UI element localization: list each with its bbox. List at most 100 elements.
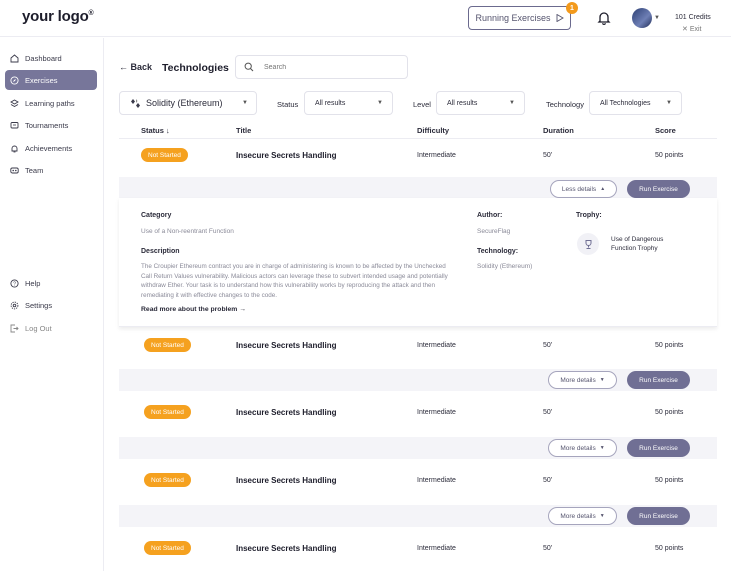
exit-label: Exit — [689, 26, 702, 33]
details-label: More details — [560, 512, 596, 520]
exercise-title[interactable]: Insecure Secrets Handling — [236, 408, 336, 417]
sidebar-item-team[interactable]: Team — [5, 160, 97, 180]
run-exercise-button[interactable]: Run Exercise — [627, 180, 690, 198]
technology-filter-value: All Technologies — [600, 99, 651, 107]
play-icon — [556, 14, 564, 22]
description-text: The Croupier Ethereum contract you are i… — [141, 263, 448, 299]
help-icon: ? — [10, 278, 19, 288]
run-exercise-button[interactable]: Run Exercise — [627, 371, 690, 389]
technology-select-value: Solidity (Ethereum) — [146, 98, 223, 108]
search-icon — [244, 62, 254, 72]
logo[interactable]: your logo® — [22, 8, 94, 25]
trophy-icon — [577, 233, 599, 255]
sidebar-item-achievements[interactable]: Achievements — [5, 138, 97, 158]
gear-icon — [10, 301, 19, 310]
description-label: Description — [141, 248, 180, 255]
level-filter-label: Level — [413, 100, 431, 109]
svg-text:?: ? — [13, 281, 16, 287]
exercise-difficulty: Intermediate — [417, 342, 456, 349]
stack-icon — [10, 98, 19, 108]
sidebar-item-label: Log Out — [25, 323, 52, 333]
status-badge: Not Started — [144, 405, 191, 419]
read-more-link[interactable]: Read more about the problem → — [141, 306, 246, 313]
chevron-down-icon: ▼ — [509, 100, 515, 106]
chevron-down-icon: ▼ — [242, 100, 248, 106]
more-details-button[interactable]: More details ▼ — [548, 439, 617, 457]
run-exercise-button[interactable]: Run Exercise — [627, 507, 690, 525]
exercise-duration: 50' — [543, 342, 553, 349]
back-label: Back — [130, 62, 153, 72]
status-filter-label: Status — [277, 100, 299, 109]
details-label: More details — [560, 444, 596, 452]
chevron-down-icon[interactable]: ▼ — [654, 15, 660, 21]
status-badge: Not Started — [141, 148, 188, 162]
technology-select[interactable]: Solidity (Ethereum) — [119, 91, 257, 115]
running-exercises-label: Running Exercises — [475, 13, 551, 23]
running-exercises-button[interactable]: Running Exercises — [468, 6, 571, 30]
status-badge: Not Started — [144, 338, 191, 352]
exit-link[interactable]: ✕ Exit — [682, 25, 702, 33]
column-header-score: Score — [655, 126, 676, 135]
sidebar-item-exercises[interactable]: Exercises — [5, 70, 97, 90]
exercise-difficulty: Intermediate — [417, 545, 456, 552]
search-box[interactable] — [235, 55, 408, 79]
status-filter-value: All results — [315, 99, 346, 107]
exercise-score: 50 points — [655, 477, 684, 484]
run-exercise-button[interactable]: Run Exercise — [627, 439, 690, 457]
trophy-icon — [10, 121, 19, 130]
exercise-difficulty: Intermediate — [417, 152, 456, 159]
bell-icon[interactable] — [597, 11, 611, 25]
chevron-down-icon: ▼ — [377, 100, 383, 106]
running-count-badge: 1 — [566, 2, 578, 14]
column-header-label: Status — [141, 126, 164, 135]
avatar[interactable] — [632, 8, 652, 28]
sidebar-item-label: Dashboard — [25, 53, 62, 63]
arrow-down-icon: ↓ — [166, 126, 170, 135]
logo-mark: ® — [88, 10, 94, 17]
sidebar-item-logout[interactable]: Log Out — [5, 318, 97, 338]
technology-detail-label: Technology: — [477, 248, 519, 255]
column-header-difficulty: Difficulty — [417, 126, 450, 135]
exercise-duration: 50' — [543, 545, 553, 552]
credits-count: 101 Credits — [675, 14, 711, 21]
details-label: Less details — [561, 185, 597, 193]
close-icon: ✕ — [682, 26, 688, 33]
logo-text: your logo — [22, 8, 89, 25]
search-input[interactable] — [264, 63, 384, 71]
less-details-button[interactable]: Less details ▲ — [550, 180, 617, 198]
top-bar — [0, 0, 731, 37]
column-header-title: Title — [236, 126, 252, 135]
chevron-down-icon: ▼ — [599, 377, 605, 383]
exercise-difficulty: Intermediate — [417, 409, 456, 416]
exercise-title[interactable]: Insecure Secrets Handling — [236, 341, 336, 350]
status-badge: Not Started — [144, 473, 191, 487]
more-details-button[interactable]: More details ▼ — [548, 371, 617, 389]
sidebar-item-label: Team — [25, 165, 44, 175]
author-label: Author: — [477, 212, 503, 219]
sidebar-item-settings[interactable]: Settings — [5, 295, 97, 315]
medal-icon — [10, 144, 19, 153]
sidebar-item-help[interactable]: ? Help — [5, 273, 97, 293]
more-details-button[interactable]: More details ▼ — [548, 507, 617, 525]
sidebar-item-label: Tournaments — [25, 120, 69, 130]
exercise-title[interactable]: Insecure Secrets Handling — [236, 151, 336, 160]
sidebar-item-dashboard[interactable]: Dashboard — [5, 48, 97, 68]
trophy-name: Use of Dangerous Function Trophy — [611, 236, 664, 252]
details-label: More details — [560, 376, 596, 384]
exercise-score: 50 points — [655, 152, 684, 159]
read-more-label: Read more about the problem — [141, 306, 238, 313]
arrow-right-icon: → — [239, 306, 246, 313]
ethereum-icon — [131, 98, 140, 108]
exercise-score: 50 points — [655, 409, 684, 416]
sidebar-item-label: Settings — [25, 300, 53, 310]
column-header-status[interactable]: Status ↓ — [141, 126, 170, 135]
sidebar-item-tournaments[interactable]: Tournaments — [5, 115, 97, 135]
category-value: Use of a Non-reentrant Function — [141, 228, 234, 235]
column-header-duration: Duration — [543, 126, 574, 135]
chevron-up-icon: ▲ — [600, 186, 606, 192]
exercise-title[interactable]: Insecure Secrets Handling — [236, 544, 336, 553]
sidebar-item-learning-paths[interactable]: Learning paths — [5, 93, 97, 113]
status-badge: Not Started — [144, 541, 191, 555]
exercise-title[interactable]: Insecure Secrets Handling — [236, 476, 336, 485]
back-button[interactable]: ← Back — [119, 62, 152, 72]
